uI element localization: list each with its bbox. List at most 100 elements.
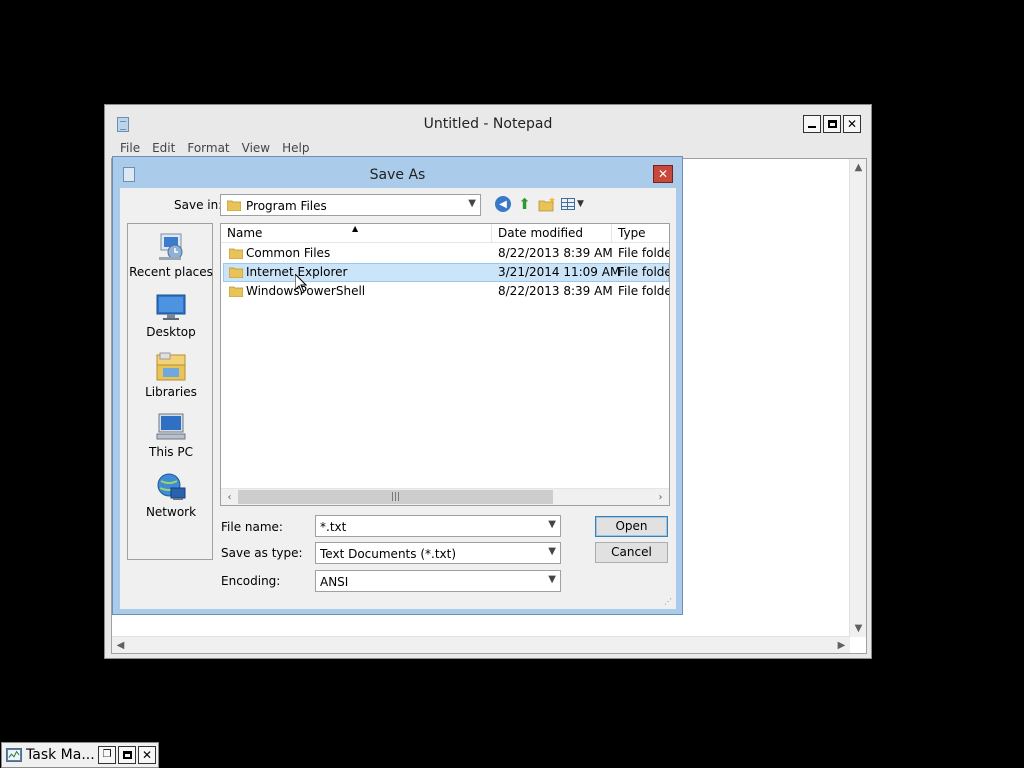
file-type: File folder [618, 265, 669, 279]
chevron-down-icon: ▼ [577, 199, 584, 209]
places-bar: Recent places Desktop Libraries This PC … [127, 223, 213, 560]
chevron-right-icon[interactable]: › [652, 489, 669, 505]
scrollbar-thumb[interactable]: ||| [238, 490, 553, 504]
taskbar-task-manager[interactable]: Task Ma... ❐ ✕ [1, 742, 159, 768]
maximize-button[interactable] [118, 746, 136, 764]
dialog-body: Save in: Program Files ▼ ◀ ⬆ ▼ Recent pl… [120, 188, 676, 609]
file-row-internet-explorer[interactable]: Internet Explorer 3/21/2014 11:09 AM Fil… [223, 263, 669, 282]
encoding-label: Encoding: [221, 574, 281, 588]
place-desktop[interactable]: Desktop [128, 288, 214, 344]
place-label: Desktop [146, 325, 196, 339]
save-type-value: Text Documents (*.txt) [320, 547, 457, 561]
chevron-down-icon: ▼ [468, 198, 476, 209]
place-libraries[interactable]: Libraries [128, 348, 214, 404]
resize-grip-icon[interactable]: ⋰ [664, 597, 674, 607]
back-icon[interactable]: ◀ [495, 196, 511, 212]
view-grid-icon [561, 198, 575, 210]
dialog-close-button[interactable]: ✕ [653, 165, 673, 183]
menu-format[interactable]: Format [181, 138, 235, 158]
save-in-label: Save in: [174, 198, 223, 212]
file-name-label: File name: [221, 520, 283, 534]
restore-button[interactable]: ❐ [98, 746, 116, 764]
folder-icon [229, 267, 243, 278]
scroll-down-icon[interactable]: ▼ [850, 620, 867, 637]
place-label: Libraries [145, 385, 197, 399]
folder-icon [227, 200, 241, 211]
close-icon: ✕ [657, 167, 669, 181]
maximize-icon [827, 120, 837, 128]
encoding-dropdown[interactable]: ANSI ▼ [315, 570, 561, 592]
save-type-label: Save as type: [221, 546, 303, 560]
close-icon: ✕ [141, 748, 153, 762]
place-network[interactable]: Network [128, 468, 214, 524]
column-header-type[interactable]: Type [618, 226, 646, 240]
chevron-left-icon[interactable]: ‹ [221, 489, 238, 505]
network-icon [157, 473, 186, 500]
menu-view[interactable]: View [236, 138, 276, 158]
close-button[interactable]: ✕ [843, 115, 861, 133]
task-manager-icon [6, 748, 22, 762]
libraries-icon [156, 352, 186, 381]
minimize-icon [808, 125, 816, 128]
notepad-titlebar[interactable]: Untitled - Notepad ✕ [105, 105, 871, 139]
restore-icon: ❐ [102, 749, 112, 760]
folder-icon [229, 286, 243, 297]
place-label: Network [145, 505, 197, 519]
file-list-horizontal-scrollbar[interactable]: ‹ ||| › [221, 488, 669, 505]
new-folder-icon[interactable] [538, 196, 556, 212]
horizontal-scrollbar[interactable]: ◀ ▶ [112, 636, 850, 653]
close-button[interactable]: ✕ [138, 746, 156, 764]
file-date: 3/21/2014 11:09 AM [498, 265, 621, 279]
view-menu-button[interactable]: ▼ [561, 196, 585, 212]
dialog-title: Save As [369, 167, 426, 183]
file-name-input[interactable]: *.txt ▼ [315, 515, 561, 537]
menu-file[interactable]: File [114, 138, 146, 158]
file-list[interactable]: Name ▲ Date modified Type Common Files 8… [220, 223, 670, 506]
recent-places-icon [159, 233, 183, 260]
file-row-common-files[interactable]: Common Files 8/22/2013 8:39 AM File fold… [223, 244, 669, 263]
sort-ascending-icon: ▲ [352, 224, 359, 233]
close-icon: ✕ [846, 117, 858, 131]
chevron-down-icon: ▼ [548, 546, 556, 557]
column-header-name[interactable]: Name [227, 226, 262, 240]
dialog-titlebar[interactable]: Save As ✕ [113, 157, 682, 189]
chevron-down-icon: ▼ [548, 574, 556, 585]
up-folder-icon[interactable]: ⬆ [516, 196, 533, 212]
file-row-windowspowershell[interactable]: WindowsPowerShell 8/22/2013 8:39 AM File… [223, 282, 669, 301]
place-label: Recent places [129, 265, 213, 279]
save-in-value: Program Files [246, 199, 327, 213]
save-in-dropdown[interactable]: Program Files ▼ [220, 194, 481, 216]
file-name-value: *.txt [320, 520, 347, 534]
column-separator[interactable] [491, 224, 492, 243]
menu-bar: File Edit Format View Help [105, 138, 871, 158]
file-name: Common Files [246, 246, 331, 260]
column-separator[interactable] [611, 224, 612, 243]
place-recent-places[interactable]: Recent places [128, 228, 214, 284]
file-list-header: Name ▲ Date modified Type [221, 224, 669, 243]
desktop-icon [156, 294, 186, 320]
mouse-cursor-icon [295, 274, 307, 294]
file-date: 8/22/2013 8:39 AM [498, 284, 613, 298]
dialog-toolbar: ◀ ⬆ ▼ [495, 196, 585, 212]
menu-edit[interactable]: Edit [146, 138, 181, 158]
menu-help[interactable]: Help [276, 138, 315, 158]
this-pc-icon [156, 413, 186, 440]
save-as-dialog: Save As ✕ Save in: Program Files ▼ ◀ ⬆ ▼… [112, 156, 683, 615]
chevron-down-icon[interactable]: ▼ [548, 519, 556, 530]
cancel-button[interactable]: Cancel [595, 542, 668, 563]
open-button[interactable]: Open [595, 516, 668, 537]
scroll-up-icon[interactable]: ▲ [850, 159, 867, 176]
maximize-icon [122, 751, 132, 759]
folder-icon [229, 248, 243, 259]
column-header-date[interactable]: Date modified [498, 226, 583, 240]
place-label: This PC [149, 445, 193, 459]
scroll-right-icon[interactable]: ▶ [833, 637, 850, 654]
minimize-button[interactable] [803, 115, 821, 133]
vertical-scrollbar[interactable]: ▲ ▼ [849, 159, 866, 637]
maximize-button[interactable] [823, 115, 841, 133]
notepad-title: Untitled - Notepad [423, 116, 553, 132]
scroll-left-icon[interactable]: ◀ [112, 637, 129, 654]
taskbar-label: Task Ma... [26, 747, 95, 763]
place-this-pc[interactable]: This PC [128, 408, 214, 464]
save-type-dropdown[interactable]: Text Documents (*.txt) ▼ [315, 542, 561, 564]
